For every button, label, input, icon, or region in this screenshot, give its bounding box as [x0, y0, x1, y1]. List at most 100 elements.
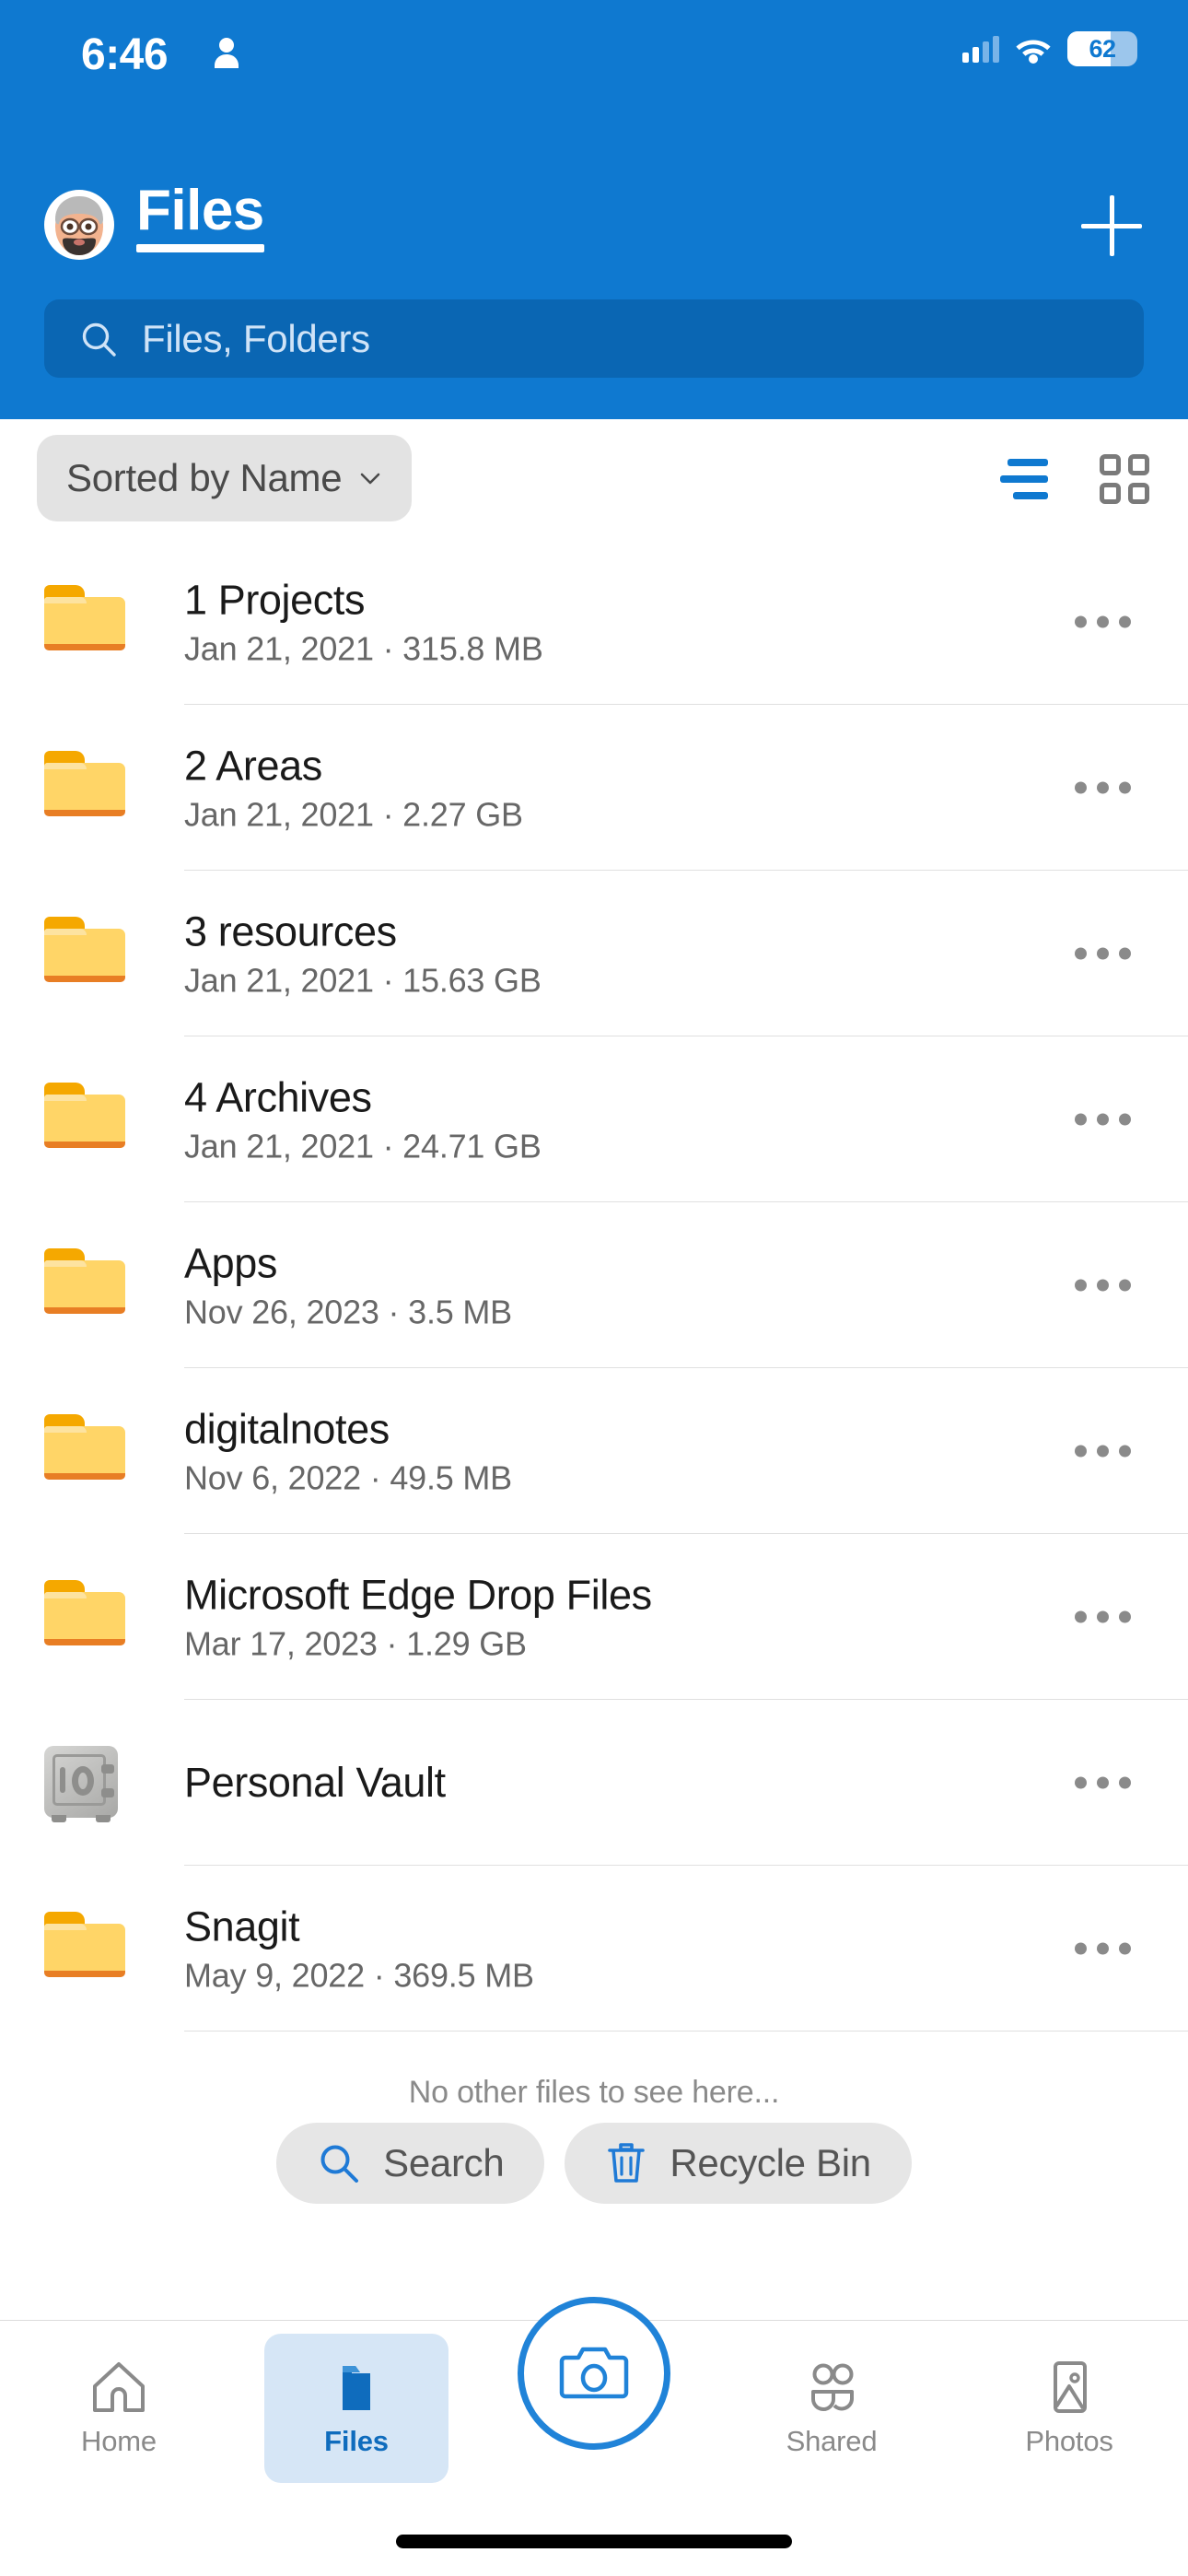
trash-icon	[608, 2143, 646, 2183]
more-options-icon[interactable]	[1075, 1610, 1131, 1623]
tab-files[interactable]: Files	[238, 2334, 475, 2483]
table-row[interactable]: Apps Nov 26, 2023 · 3.5 MB	[0, 1202, 1188, 1368]
avatar[interactable]	[44, 190, 114, 260]
table-row[interactable]: 1 Projects Jan 21, 2021 · 315.8 MB	[0, 539, 1188, 705]
file-subtitle: Jan 21, 2021 · 15.63 GB	[184, 961, 542, 1000]
tab-home-label: Home	[81, 2425, 157, 2457]
tab-photos-label: Photos	[1025, 2425, 1113, 2457]
table-row[interactable]: digitalnotes Nov 6, 2022 · 49.5 MB	[0, 1368, 1188, 1534]
search-button[interactable]: Search	[276, 2123, 545, 2204]
tab-photos[interactable]: Photos	[950, 2339, 1188, 2477]
camera-capture-button[interactable]	[518, 2297, 670, 2450]
recycle-bin-button[interactable]: Recycle Bin	[565, 2123, 912, 2204]
tab-home[interactable]: Home	[0, 2339, 238, 2477]
grid-view-icon[interactable]	[1100, 454, 1149, 504]
file-meta: digitalnotes Nov 6, 2022 · 49.5 MB	[184, 1405, 512, 1496]
folder-icon	[44, 917, 125, 985]
file-name: 3 resources	[184, 907, 397, 955]
file-icon	[44, 1414, 127, 1488]
more-options-icon[interactable]	[1075, 1113, 1131, 1126]
more-options-icon[interactable]	[1075, 1942, 1131, 1955]
file-subtitle: Jan 21, 2021 · 24.71 GB	[184, 1127, 542, 1165]
file-name: 1 Projects	[184, 576, 366, 624]
people-icon	[811, 2363, 854, 2411]
file-name: Apps	[184, 1239, 277, 1287]
search-button-label: Search	[383, 2141, 505, 2184]
file-icon	[44, 917, 127, 990]
more-options-icon[interactable]	[1075, 1279, 1131, 1292]
vault-icon	[44, 1746, 118, 1822]
file-subtitle: Nov 26, 2023 · 3.5 MB	[184, 1293, 512, 1331]
folder-icon	[44, 751, 125, 819]
file-icon	[44, 1912, 127, 1985]
table-row[interactable]: Microsoft Edge Drop Files Mar 17, 2023 ·…	[0, 1534, 1188, 1700]
file-icon	[44, 585, 127, 659]
table-row[interactable]: Personal Vault	[0, 1700, 1188, 1866]
tab-files-label: Files	[324, 2425, 389, 2457]
file-meta: 4 Archives Jan 21, 2021 · 24.71 GB	[184, 1073, 542, 1165]
battery-percent: 62	[1089, 34, 1116, 63]
search-bar[interactable]: Files, Folders	[44, 299, 1144, 378]
more-options-icon[interactable]	[1075, 1445, 1131, 1458]
file-subtitle: May 9, 2022 · 369.5 MB	[184, 1956, 534, 1995]
file-name: 4 Archives	[184, 1073, 372, 1121]
more-options-icon[interactable]	[1075, 615, 1131, 628]
file-icon	[44, 1248, 127, 1322]
search-icon	[320, 2145, 359, 2183]
file-meta: Personal Vault	[184, 1759, 446, 1807]
file-subtitle: Jan 21, 2021 · 315.8 MB	[184, 629, 543, 668]
folder-filled-icon	[343, 2366, 370, 2410]
camera-icon	[559, 2347, 629, 2399]
file-icon	[44, 751, 127, 825]
file-subtitle: Nov 6, 2022 · 49.5 MB	[184, 1458, 512, 1497]
table-row[interactable]: 4 Archives Jan 21, 2021 · 24.71 GB	[0, 1036, 1188, 1202]
file-meta: 3 resources Jan 21, 2021 · 15.63 GB	[184, 907, 542, 999]
more-options-icon[interactable]	[1075, 1776, 1131, 1789]
cellular-signal-icon	[962, 35, 999, 63]
person-icon	[215, 38, 239, 68]
page-title: Files	[136, 179, 264, 242]
file-subtitle: Mar 17, 2023 · 1.29 GB	[184, 1624, 527, 1663]
photo-icon	[1054, 2361, 1087, 2413]
toolbar: Sorted by Name	[0, 419, 1188, 539]
file-subtitle: Jan 21, 2021 · 2.27 GB	[184, 795, 523, 834]
file-name: digitalnotes	[184, 1405, 390, 1453]
view-switcher	[1000, 454, 1149, 504]
table-row[interactable]: Snagit May 9, 2022 · 369.5 MB	[0, 1866, 1188, 2032]
folder-icon	[44, 1083, 125, 1151]
file-icon	[44, 1746, 127, 1822]
more-options-icon[interactable]	[1075, 781, 1131, 794]
list-view-icon[interactable]	[1000, 459, 1048, 499]
home-icon	[93, 2362, 145, 2412]
add-button[interactable]	[1081, 195, 1142, 256]
tab-shared[interactable]: Shared	[713, 2339, 950, 2477]
file-meta: 1 Projects Jan 21, 2021 · 315.8 MB	[184, 576, 543, 667]
more-options-icon[interactable]	[1075, 947, 1131, 960]
footer-actions: Search Recycle Bin	[0, 2123, 1188, 2204]
file-meta: Microsoft Edge Drop Files Mar 17, 2023 ·…	[184, 1571, 652, 1662]
search-input[interactable]: Files, Folders	[142, 317, 370, 361]
tab-camera[interactable]	[475, 2297, 713, 2477]
table-row[interactable]: 3 resources Jan 21, 2021 · 15.63 GB	[0, 871, 1188, 1036]
file-list: 1 Projects Jan 21, 2021 · 315.8 MB 2 Are…	[0, 539, 1188, 2032]
file-meta: Snagit May 9, 2022 · 369.5 MB	[184, 1903, 534, 1994]
chevron-down-icon	[360, 473, 380, 485]
file-name: 2 Areas	[184, 742, 322, 790]
tab-bar: Home Files Shared Photos	[0, 2297, 1188, 2576]
tab-shared-label: Shared	[786, 2425, 878, 2457]
table-row[interactable]: 2 Areas Jan 21, 2021 · 2.27 GB	[0, 705, 1188, 871]
sort-label: Sorted by Name	[66, 456, 343, 499]
folder-icon	[44, 1912, 125, 1980]
wifi-icon	[1016, 40, 1051, 64]
status-bar: 6:46 62	[0, 0, 1188, 157]
file-name: Snagit	[184, 1903, 300, 1950]
file-meta: Apps Nov 26, 2023 · 3.5 MB	[184, 1239, 512, 1330]
page-title-underline	[136, 244, 264, 253]
recycle-bin-button-label: Recycle Bin	[670, 2141, 871, 2184]
file-name: Microsoft Edge Drop Files	[184, 1571, 652, 1619]
status-bar-time: 6:46	[81, 30, 169, 79]
folder-icon	[44, 1580, 125, 1648]
file-meta: 2 Areas Jan 21, 2021 · 2.27 GB	[184, 742, 523, 833]
folder-icon	[44, 1248, 125, 1317]
sort-dropdown[interactable]: Sorted by Name	[37, 435, 413, 521]
